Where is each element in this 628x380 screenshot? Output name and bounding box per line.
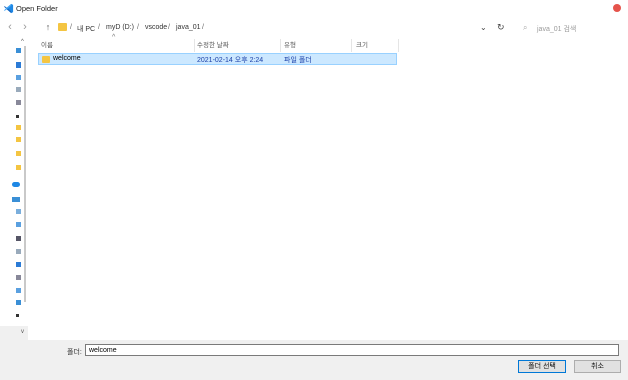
title-bar bbox=[0, 0, 628, 18]
vscode-icon bbox=[3, 3, 14, 14]
desktop-icon[interactable] bbox=[16, 262, 21, 267]
chevron-down-icon[interactable]: ⌄ bbox=[480, 23, 487, 32]
breadcrumb-item-vscode[interactable]: vscode bbox=[145, 24, 167, 31]
scrollbar[interactable] bbox=[24, 46, 26, 302]
row-type: 파일 폴더 bbox=[284, 57, 312, 64]
row-name[interactable]: welcome bbox=[53, 55, 81, 62]
documents-icon[interactable] bbox=[16, 87, 21, 92]
pictures-icon[interactable] bbox=[16, 275, 21, 280]
pictures-icon[interactable] bbox=[16, 100, 21, 105]
folder-icon[interactable] bbox=[16, 125, 21, 130]
breadcrumb-item-drive[interactable]: myD (D:) bbox=[106, 24, 134, 31]
chevron-down-icon[interactable]: v bbox=[21, 329, 24, 335]
documents-icon[interactable] bbox=[16, 249, 21, 254]
breadcrumb-separator: / bbox=[168, 24, 170, 31]
column-header-name[interactable]: 이름 bbox=[41, 39, 53, 52]
folder-icon[interactable] bbox=[16, 165, 21, 170]
search-icon: ⌕ bbox=[523, 23, 528, 32]
drive-icon[interactable] bbox=[16, 314, 19, 317]
pin-icon bbox=[16, 115, 19, 118]
folder-icon[interactable] bbox=[16, 137, 21, 142]
onedrive-icon[interactable] bbox=[12, 182, 20, 187]
chevron-up-icon[interactable]: ^ bbox=[21, 39, 24, 45]
quick-access-icon[interactable] bbox=[16, 48, 21, 53]
folder-icon bbox=[58, 23, 67, 31]
video-icon[interactable] bbox=[16, 236, 21, 241]
row-modified: 2021-02-14 오후 2:24 bbox=[197, 57, 264, 64]
breadcrumb-separator: / bbox=[202, 24, 204, 31]
breadcrumb-item-pc[interactable]: 내 PC bbox=[77, 24, 95, 34]
drive-icon[interactable] bbox=[16, 300, 21, 305]
music-icon[interactable] bbox=[16, 288, 21, 293]
objects-3d-icon[interactable] bbox=[16, 209, 21, 214]
breadcrumb-separator: / bbox=[137, 24, 139, 31]
close-button[interactable] bbox=[613, 4, 621, 12]
cancel-button[interactable]: 취소 bbox=[574, 360, 621, 373]
folder-icon bbox=[42, 56, 50, 63]
folder-name-input[interactable]: welcome bbox=[85, 344, 619, 356]
download-icon[interactable] bbox=[16, 75, 21, 80]
breadcrumb-separator: / bbox=[70, 24, 72, 31]
column-divider[interactable] bbox=[351, 39, 352, 52]
back-arrow-icon[interactable]: ‹ bbox=[4, 21, 16, 33]
breadcrumb-item-java01[interactable]: java_01 bbox=[176, 24, 201, 31]
column-divider[interactable] bbox=[280, 39, 281, 52]
column-header-size[interactable]: 크기 bbox=[356, 39, 368, 52]
sort-ascending-icon: ^ bbox=[112, 34, 116, 41]
column-header-type[interactable]: 유형 bbox=[284, 39, 296, 52]
folder-icon[interactable] bbox=[16, 151, 21, 156]
breadcrumb-separator: / bbox=[98, 24, 100, 31]
forward-arrow-icon[interactable]: › bbox=[19, 21, 31, 33]
column-header-modified[interactable]: 수정한 날짜 bbox=[197, 39, 229, 52]
column-divider[interactable] bbox=[194, 39, 195, 52]
up-arrow-icon[interactable]: ↑ bbox=[42, 21, 54, 33]
column-divider[interactable] bbox=[398, 39, 399, 52]
desktop-icon[interactable] bbox=[16, 62, 21, 68]
window-title: Open Folder bbox=[16, 4, 58, 13]
refresh-icon[interactable]: ↻ bbox=[497, 22, 505, 33]
search-placeholder: java_01 검색 bbox=[537, 26, 577, 33]
folder-label: 폴더: bbox=[67, 349, 82, 356]
this-pc-icon[interactable] bbox=[12, 197, 20, 202]
download-icon[interactable] bbox=[16, 222, 21, 227]
select-folder-button[interactable]: 폴더 선택 bbox=[518, 360, 566, 373]
